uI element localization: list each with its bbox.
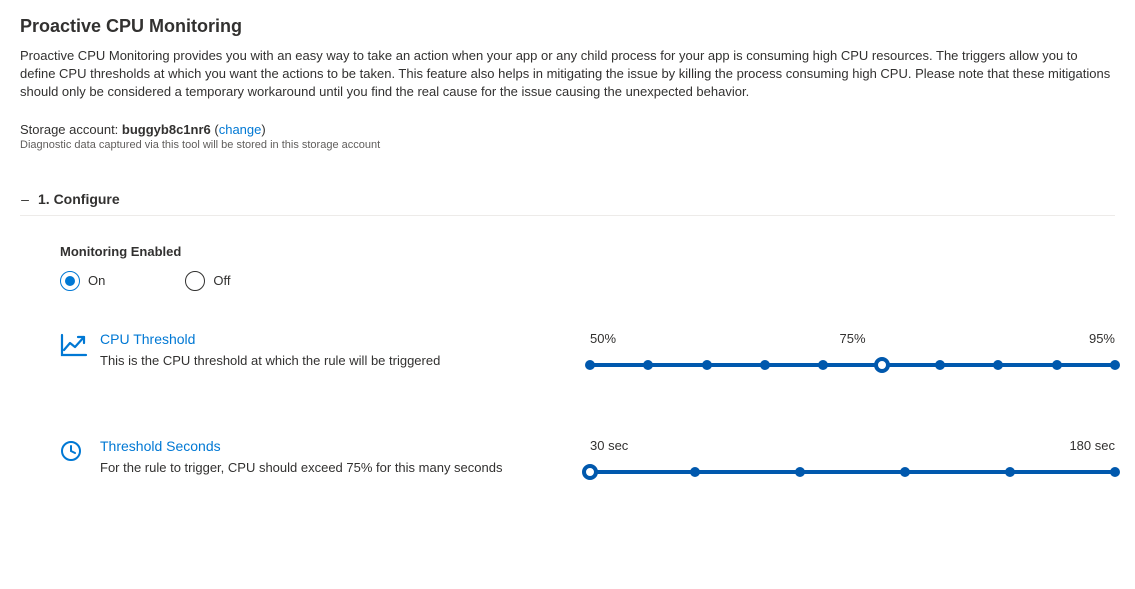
storage-change-link[interactable]: change <box>219 122 262 137</box>
slider-tick <box>643 360 653 370</box>
cpu-threshold-slider[interactable] <box>590 363 1115 367</box>
threshold-seconds-title: Threshold Seconds <box>100 438 570 454</box>
slider-tick <box>900 467 910 477</box>
radio-inner-on <box>65 276 75 286</box>
storage-account-line: Storage account: buggyb8c1nr6 (change) <box>20 122 1115 137</box>
slider-tick <box>935 360 945 370</box>
paren-open: ( <box>211 122 219 137</box>
slider-tick <box>760 360 770 370</box>
cpu-threshold-min-label: 50% <box>590 331 616 346</box>
cpu-threshold-mid-label: 75% <box>839 331 865 346</box>
page-description: Proactive CPU Monitoring provides you wi… <box>20 47 1115 102</box>
setting-cpu-threshold: CPU Threshold This is the CPU threshold … <box>60 331 1115 368</box>
threshold-seconds-desc: For the rule to trigger, CPU should exce… <box>100 460 570 475</box>
cpu-threshold-slider-area: 50% 75% 95% <box>590 331 1115 367</box>
collapse-icon: – <box>20 191 30 207</box>
radio-circle-off <box>185 271 205 291</box>
cpu-threshold-max-label: 95% <box>1089 331 1115 346</box>
page-title: Proactive CPU Monitoring <box>20 16 1115 37</box>
threshold-seconds-min-label: 30 sec <box>590 438 628 453</box>
storage-account-name: buggyb8c1nr6 <box>122 122 211 137</box>
radio-on[interactable]: On <box>60 271 105 291</box>
radio-circle-on <box>60 271 80 291</box>
slider-thumb[interactable] <box>582 464 598 480</box>
slider-tick <box>1110 467 1120 477</box>
slider-tick <box>795 467 805 477</box>
section-title: 1. Configure <box>38 191 120 207</box>
cpu-threshold-title: CPU Threshold <box>100 331 570 347</box>
cpu-threshold-labels: 50% 75% 95% <box>590 331 1115 349</box>
slider-thumb[interactable] <box>874 357 890 373</box>
storage-note: Diagnostic data captured via this tool w… <box>20 139 1115 151</box>
storage-label: Storage account: <box>20 122 122 137</box>
slider-tick <box>702 360 712 370</box>
clock-icon <box>60 440 100 462</box>
threshold-seconds-max-label: 180 sec <box>1069 438 1115 453</box>
threshold-seconds-labels: 30 sec 180 sec <box>590 438 1115 456</box>
slider-tick <box>993 360 1003 370</box>
slider-tick <box>1110 360 1120 370</box>
slider-tick <box>585 360 595 370</box>
chart-line-icon <box>60 333 100 357</box>
paren-close: ) <box>261 122 265 137</box>
radio-off[interactable]: Off <box>185 271 230 291</box>
threshold-seconds-text: Threshold Seconds For the rule to trigge… <box>100 438 590 475</box>
monitoring-radio-row: On Off <box>60 271 1115 291</box>
section-header-configure[interactable]: – 1. Configure <box>20 191 1115 216</box>
threshold-seconds-slider-area: 30 sec 180 sec <box>590 438 1115 474</box>
slider-tick <box>690 467 700 477</box>
cpu-threshold-desc: This is the CPU threshold at which the r… <box>100 353 570 368</box>
slider-tick <box>1005 467 1015 477</box>
monitoring-enabled-group: Monitoring Enabled On Off <box>60 244 1115 291</box>
threshold-seconds-slider[interactable] <box>590 470 1115 474</box>
radio-on-label: On <box>88 273 105 288</box>
radio-off-label: Off <box>213 273 230 288</box>
setting-threshold-seconds: Threshold Seconds For the rule to trigge… <box>60 438 1115 475</box>
slider-tick <box>1052 360 1062 370</box>
monitoring-enabled-label: Monitoring Enabled <box>60 244 1115 259</box>
slider-tick <box>818 360 828 370</box>
cpu-threshold-text: CPU Threshold This is the CPU threshold … <box>100 331 590 368</box>
